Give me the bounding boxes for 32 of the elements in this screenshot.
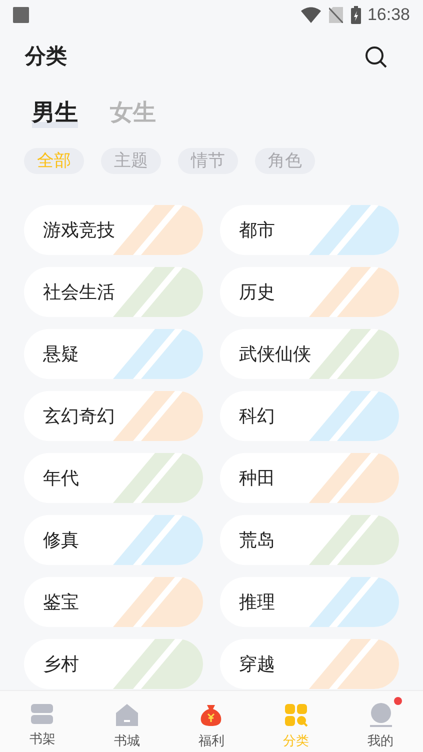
category-card[interactable]: 穿越: [220, 639, 399, 689]
nav-tab[interactable]: 书架: [0, 691, 85, 752]
search-icon: [364, 45, 388, 69]
status-time: 16:38: [367, 4, 410, 26]
category-card[interactable]: 种田: [220, 453, 399, 503]
category-card[interactable]: 修真: [24, 515, 203, 565]
category-card[interactable]: 荒岛: [220, 515, 399, 565]
category-card[interactable]: 都市: [220, 205, 399, 255]
wifi-icon: [301, 7, 322, 23]
house-icon: [114, 703, 139, 727]
category-card[interactable]: 鉴宝: [24, 577, 203, 627]
grid-search-icon: [284, 703, 308, 727]
category-card[interactable]: 武侠仙侠: [220, 329, 399, 379]
nav-tab[interactable]: 我的: [338, 691, 423, 752]
profile-icon: [368, 703, 393, 727]
category-card[interactable]: 悬疑: [24, 329, 203, 379]
shelf-icon: [30, 703, 54, 725]
battery-charging-icon: [351, 6, 362, 24]
no-sim-icon: [329, 7, 344, 23]
page-title: 分类: [25, 44, 67, 70]
category-card[interactable]: 科幻: [220, 391, 399, 441]
nav-tab[interactable]: 书城: [84, 691, 170, 752]
category-card[interactable]: 玄幻奇幻: [24, 391, 203, 441]
category-card[interactable]: 年代: [24, 453, 203, 503]
category-card[interactable]: 游戏竞技: [24, 205, 203, 255]
notification-square-icon: [13, 7, 29, 23]
category-card[interactable]: 推理: [220, 577, 399, 627]
money-bag-icon: [199, 703, 224, 727]
nav-tab[interactable]: 福利: [169, 691, 254, 752]
category-card[interactable]: 历史: [220, 267, 399, 317]
category-card[interactable]: 社会生活: [24, 267, 203, 317]
category-card[interactable]: 乡村: [24, 639, 203, 689]
